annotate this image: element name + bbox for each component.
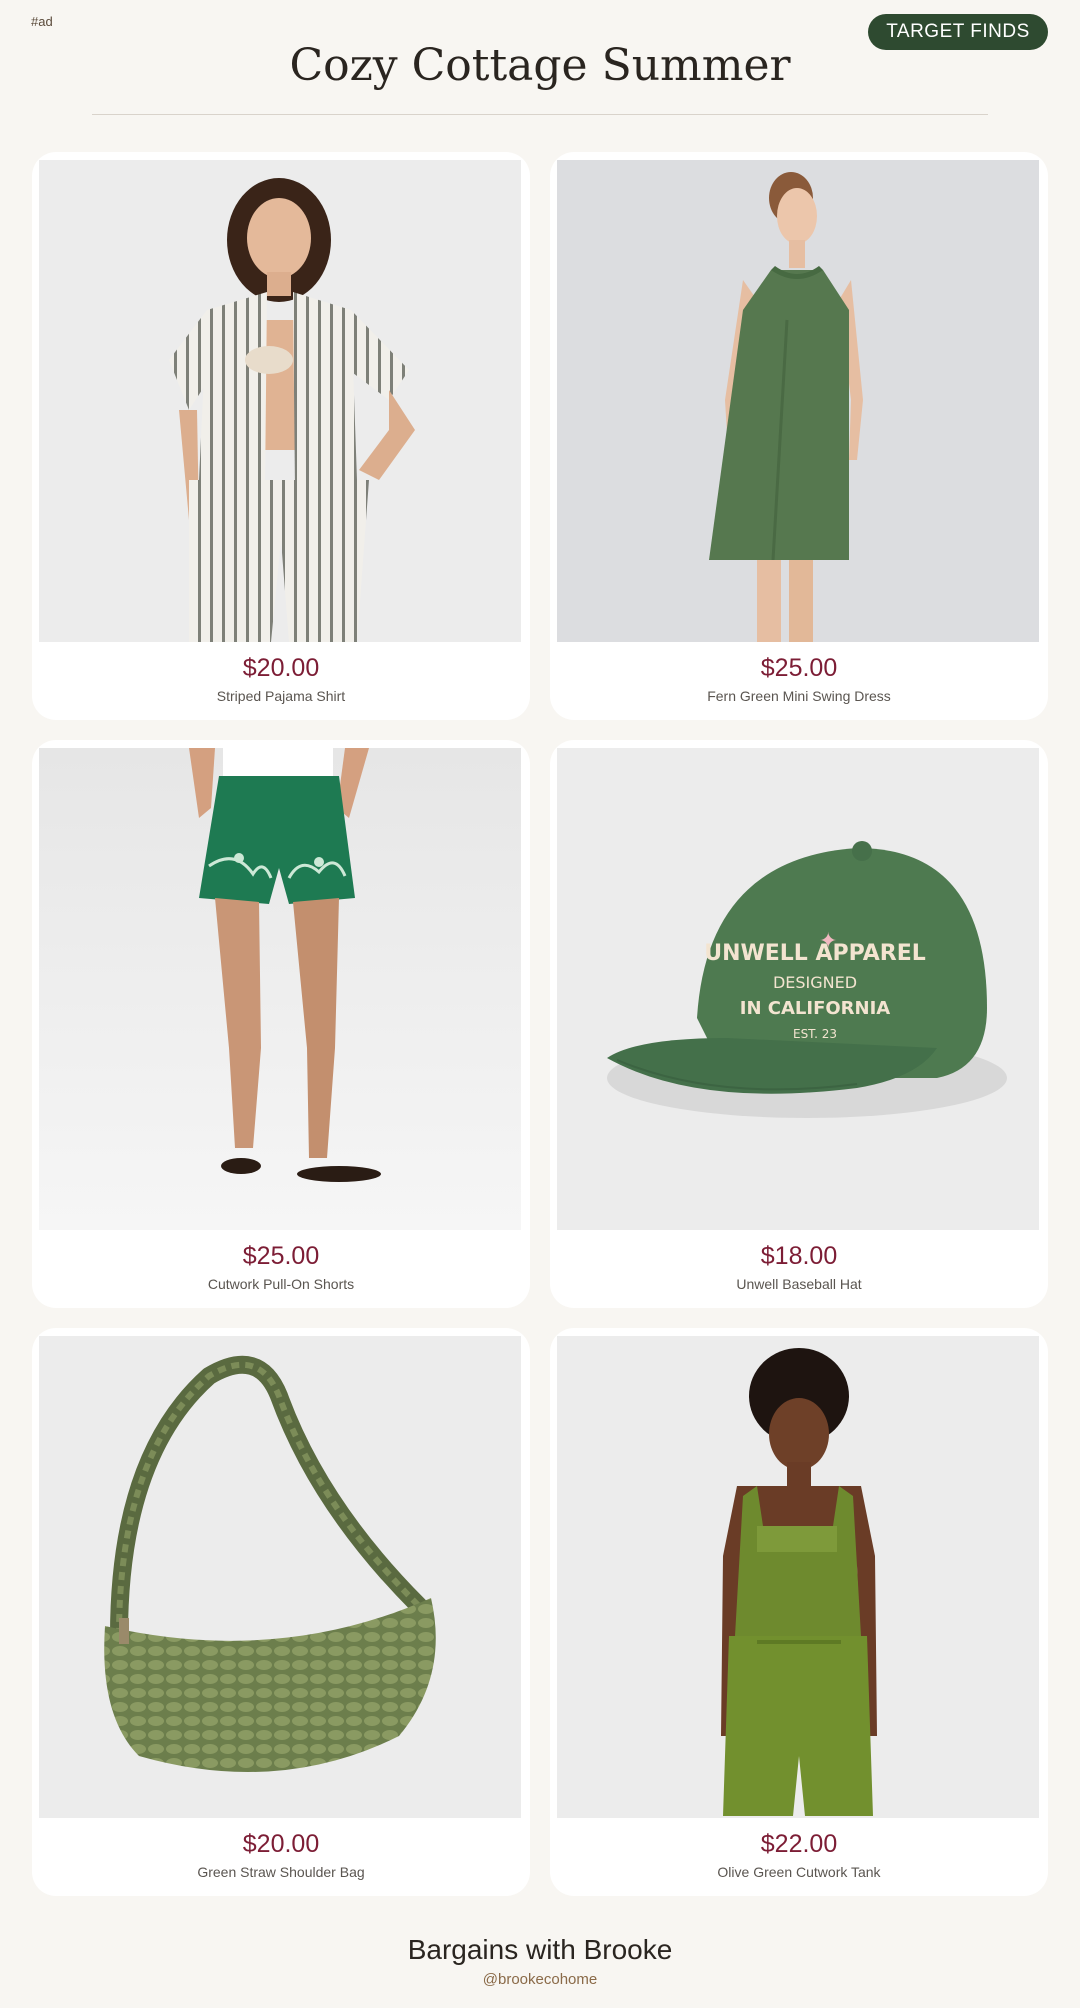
green-baseball-hat-photo[interactable]: UNWELL APPAREL DESIGNED IN CALIFORNIA ES… xyxy=(557,748,1039,1230)
product-card[interactable]: $25.00 Cutwork Pull-On Shorts xyxy=(32,740,530,1308)
product-name[interactable]: Unwell Baseball Hat xyxy=(550,1276,1048,1292)
product-price: $22.00 xyxy=(760,1830,838,1858)
green-cutwork-shorts-photo[interactable] xyxy=(39,748,521,1230)
product-price: $25.00 xyxy=(760,654,838,682)
hat-embroidery-line3: IN CALIFORNIA xyxy=(740,998,891,1019)
product-price: $18.00 xyxy=(760,1242,838,1270)
page-title: Cozy Cottage Summer xyxy=(289,40,791,91)
footer-handle[interactable]: @brookecohome xyxy=(0,1971,1080,1988)
olive-cutwork-tank-photo[interactable] xyxy=(557,1336,1039,1818)
green-straw-bag-photo[interactable] xyxy=(39,1336,521,1818)
product-card[interactable]: UNWELL APPAREL DESIGNED IN CALIFORNIA ES… xyxy=(550,740,1048,1308)
product-price: $20.00 xyxy=(242,1830,320,1858)
striped-pajama-shirt-photo[interactable] xyxy=(39,160,521,642)
green-mini-dress-photo[interactable] xyxy=(557,160,1039,642)
footer-title: Bargains with Brooke xyxy=(407,1934,673,1965)
product-card[interactable]: $22.00 Olive Green Cutwork Tank xyxy=(550,1328,1048,1896)
svg-text:✦: ✦ xyxy=(819,928,837,953)
product-grid: $20.00 Striped Pajama Shirt $25.00 Fern … xyxy=(32,152,1048,1896)
product-name[interactable]: Fern Green Mini Swing Dress xyxy=(550,688,1048,704)
hat-embroidery-line2: DESIGNED xyxy=(773,973,857,992)
ad-tag: #ad xyxy=(31,14,53,29)
product-name[interactable]: Green Straw Shoulder Bag xyxy=(32,1864,530,1880)
product-name[interactable]: Olive Green Cutwork Tank xyxy=(550,1864,1048,1880)
hat-embroidery-line4: EST. 23 xyxy=(793,1027,837,1041)
product-name[interactable]: Striped Pajama Shirt xyxy=(32,688,530,704)
product-card[interactable]: $20.00 Green Straw Shoulder Bag xyxy=(32,1328,530,1896)
product-price: $20.00 xyxy=(242,654,320,682)
product-card[interactable]: $20.00 Striped Pajama Shirt xyxy=(32,152,530,720)
product-price: $25.00 xyxy=(242,1242,320,1270)
hat-embroidery-line1: UNWELL APPAREL xyxy=(704,941,926,966)
product-card[interactable]: $25.00 Fern Green Mini Swing Dress xyxy=(550,152,1048,720)
title-divider xyxy=(92,114,988,115)
product-name[interactable]: Cutwork Pull-On Shorts xyxy=(32,1276,530,1292)
